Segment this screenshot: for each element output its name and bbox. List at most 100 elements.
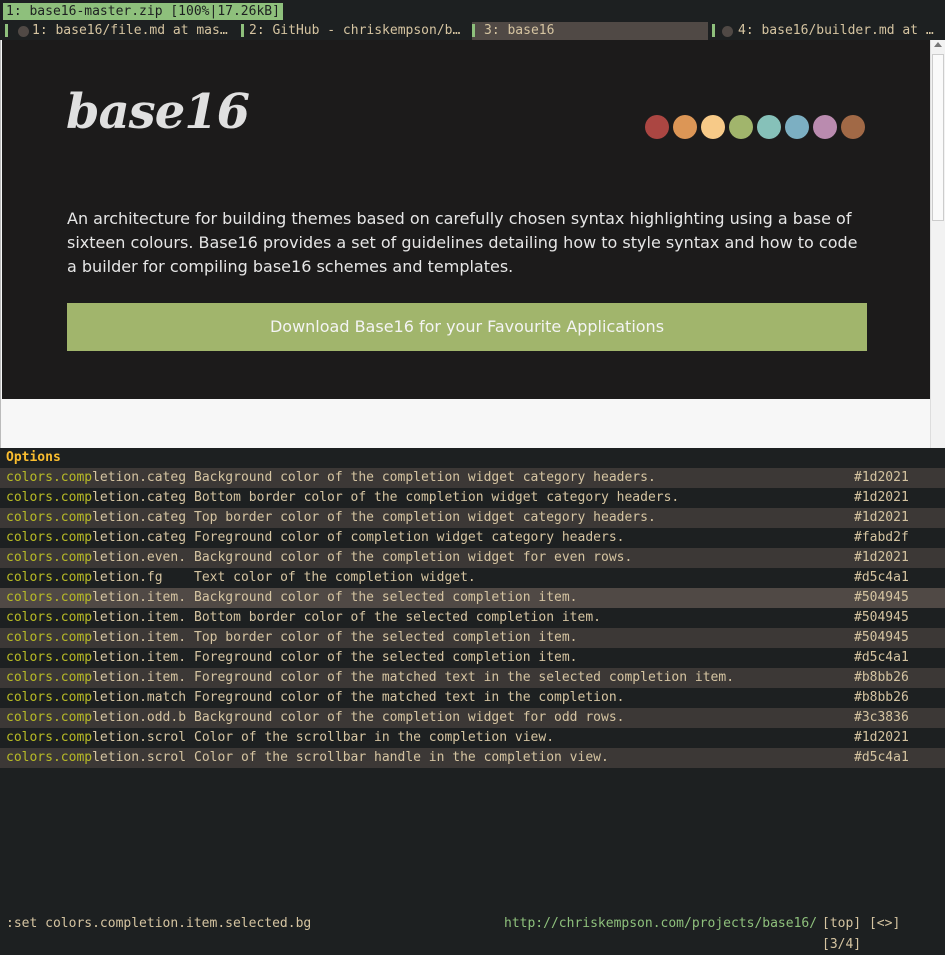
color-swatch [757,115,781,139]
color-swatch [813,115,837,139]
completion-item[interactable]: colors.completion.categ Bottom border col… [0,488,945,508]
option-name-post: letion.item. [92,670,187,685]
github-favicon-icon [722,26,733,37]
completion-item[interactable]: colors.completion.categ Top border color … [0,508,945,528]
completion-item[interactable]: colors.completion.even. Background color … [0,548,945,568]
option-name-match: comp [60,510,93,525]
option-value: #504945 [854,630,909,645]
option-name-post: letion.categ [92,510,187,525]
option-value: #504945 [854,610,909,625]
completion-item[interactable]: colors.completion.scrol Color of the scro… [0,748,945,768]
option-description: Bottom border color of the completion wi… [194,490,680,505]
option-name: colors.completion.categ [6,488,187,508]
github-favicon-icon [18,26,29,37]
option-name: colors.completion.item. [6,588,187,608]
completion-item[interactable]: colors.completion.match Foreground color … [0,688,945,708]
tab-label: 3: base16 [484,23,555,38]
option-description: Background color of the selected complet… [194,590,578,605]
completion-item[interactable]: colors.completion.categ Background color … [0,468,945,488]
option-value: #504945 [854,590,909,605]
status-url: http://chriskempson.com/projects/base16/ [504,916,818,931]
tab-indicator [5,24,8,37]
option-name-pre: colors. [6,470,61,485]
option-name: colors.completion.fg [6,568,187,588]
completion-item[interactable]: colors.completion.item. Background color … [0,588,945,608]
option-name-match: comp [60,610,93,625]
tab-3[interactable]: 3: base16 [472,22,708,40]
completion-item[interactable]: colors.completion.item. Top border color … [0,628,945,648]
option-description: Top border color of the selected complet… [194,630,578,645]
completion-category-header: Options [0,448,945,468]
option-description: Color of the scrollbar in the completion… [194,730,555,745]
option-name: colors.completion.item. [6,608,187,628]
download-button[interactable]: Download Base16 for your Favourite Appli… [67,303,867,351]
option-name-match: comp [60,570,93,585]
option-name: colors.completion.odd.b [6,708,187,728]
option-value: #1d2021 [854,550,909,565]
option-value: #b8bb26 [854,690,909,705]
completion-item[interactable]: colors.completion.odd.b Background color … [0,708,945,728]
download-item[interactable]: 1: base16-master.zip [100%|17.26kB] [3,3,283,20]
option-name-pre: colors. [6,730,61,745]
status-bar: :set colors.completion.item.selected.bg … [0,913,945,952]
option-name-post: letion.item. [92,630,187,645]
option-name-post: letion.even. [92,550,187,565]
tab-2[interactable]: 2: GitHub - chriskempson/b… [241,22,463,40]
option-name-pre: colors. [6,490,61,505]
option-description: Color of the scrollbar handle in the com… [194,750,609,765]
option-description: Foreground color of the matched text in … [194,670,735,685]
option-value: #1d2021 [854,510,909,525]
option-name-match: comp [60,490,93,505]
option-value: #1d2021 [854,730,909,745]
option-name: colors.completion.item. [6,668,187,688]
option-name-pre: colors. [6,690,61,705]
tab-indicator [241,24,244,37]
option-name-post: letion.categ [92,490,187,505]
completion-item[interactable]: colors.completion.scrol Color of the scro… [0,728,945,748]
scroll-up-arrow-icon[interactable] [934,42,942,47]
completion-item[interactable]: colors.completion.item. Foreground color … [0,648,945,668]
completion-item[interactable]: colors.completion.categ Foreground color … [0,528,945,548]
command-input[interactable]: :set colors.completion.item.selected.bg [6,913,311,934]
option-name-post: letion.item. [92,650,187,665]
option-name-match: comp [60,630,93,645]
option-description: Background color of the completion widge… [194,710,625,725]
option-value: #1d2021 [854,470,909,485]
color-swatch [785,115,809,139]
option-name: colors.completion.categ [6,508,187,528]
option-value: #d5c4a1 [854,750,909,765]
scrollbar-thumb[interactable] [932,54,944,221]
option-name-pre: colors. [6,550,61,565]
option-name-match: comp [60,730,93,745]
option-description: Foreground color of the selected complet… [194,650,578,665]
site-logo[interactable]: base16 [66,84,250,140]
option-name-post: letion.categ [92,470,187,485]
tab-4[interactable]: 4: base16/builder.md at … [712,22,945,40]
tab-indicator [712,24,715,37]
color-swatch [673,115,697,139]
option-name-pre: colors. [6,610,61,625]
hero-section: base16 An architecture for building them… [2,40,931,399]
option-name-match: comp [60,530,93,545]
option-name-post: letion.item. [92,610,187,625]
option-name: colors.completion.item. [6,628,187,648]
page-scrollbar[interactable] [930,40,945,448]
tab-label: 4: base16/builder.md at … [738,23,934,38]
option-name-pre: colors. [6,590,61,605]
option-name: colors.completion.even. [6,548,187,568]
option-name: colors.completion.categ [6,528,187,548]
completion-item[interactable]: colors.completion.item. Foreground color … [0,668,945,688]
completion-item[interactable]: colors.completion.item. Bottom border col… [0,608,945,628]
completion-widget: Options colors.completion.categ Backgroun… [0,448,945,768]
color-swatch [841,115,865,139]
tab-1[interactable]: 1: base16/file.md at mas… [5,22,237,40]
option-name-pre: colors. [6,670,61,685]
option-name-match: comp [60,470,93,485]
option-description: Top border color of the completion widge… [194,510,656,525]
option-value: #b8bb26 [854,670,909,685]
color-swatch [729,115,753,139]
option-description: Foreground color of completion widget ca… [194,530,625,545]
option-description: Background color of the completion widge… [194,470,656,485]
option-name-post: letion.match [92,690,187,705]
completion-item[interactable]: colors.completion.fg Text color of the co… [0,568,945,588]
